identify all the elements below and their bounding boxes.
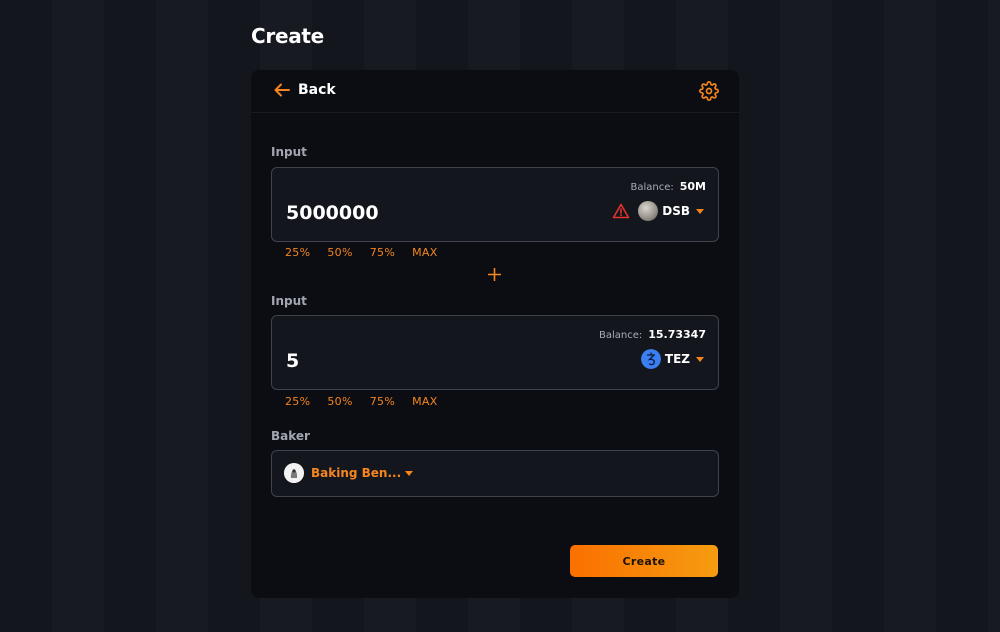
input1-percent-options: 25% 50% 75% MAX xyxy=(285,246,455,259)
percent-max-button[interactable]: MAX xyxy=(412,246,437,259)
percent-75-button[interactable]: 75% xyxy=(370,395,395,408)
balance-label: Balance: xyxy=(630,182,674,193)
plus-icon xyxy=(488,268,501,281)
percent-50-button[interactable]: 50% xyxy=(327,395,352,408)
percent-max-button[interactable]: MAX xyxy=(412,395,437,408)
arrow-left-icon[interactable] xyxy=(273,81,291,99)
chevron-down-icon xyxy=(696,208,704,214)
baker-name: Baking Ben... xyxy=(311,466,402,480)
baker-label: Baker xyxy=(271,429,310,443)
dsb-token-icon xyxy=(638,201,659,221)
input1-label: Input xyxy=(271,145,307,159)
input2-box[interactable]: Balance: 15.73347 TEZ xyxy=(271,315,719,390)
token-name: TEZ xyxy=(664,352,690,366)
back-button[interactable]: Back xyxy=(298,82,336,98)
input2-amount-field[interactable] xyxy=(286,350,566,372)
baker-box[interactable]: Baking Ben... xyxy=(271,450,719,497)
page-title: Create xyxy=(251,24,324,48)
input2-balance: Balance: 15.73347 xyxy=(599,328,706,341)
create-button[interactable]: Create xyxy=(570,545,718,577)
chevron-down-icon xyxy=(696,356,704,362)
create-card: Back Input Balance: 50M DSB 25% 50% 75% M… xyxy=(251,70,739,598)
input1-token-selector[interactable]: DSB xyxy=(638,201,704,221)
baker-avatar xyxy=(284,463,304,483)
balance-value: 50M xyxy=(679,180,706,193)
percent-50-button[interactable]: 50% xyxy=(327,246,352,259)
percent-25-button[interactable]: 25% xyxy=(285,395,310,408)
input2-token-selector[interactable]: TEZ xyxy=(640,349,704,369)
baker-selector[interactable]: Baking Ben... xyxy=(284,463,414,483)
token-name: DSB xyxy=(662,204,690,218)
chevron-down-icon xyxy=(405,470,414,476)
gear-icon[interactable] xyxy=(699,81,719,101)
input2-percent-options: 25% 50% 75% MAX xyxy=(285,395,455,408)
card-header: Back xyxy=(251,70,739,113)
percent-25-button[interactable]: 25% xyxy=(285,246,310,259)
balance-value: 15.73347 xyxy=(648,328,706,341)
tez-token-icon xyxy=(640,349,661,369)
input2-label: Input xyxy=(271,294,307,308)
input1-box[interactable]: Balance: 50M DSB xyxy=(271,167,719,242)
balance-label: Balance: xyxy=(598,330,643,341)
input1-balance: Balance: 50M xyxy=(630,180,706,193)
percent-75-button[interactable]: 75% xyxy=(370,246,395,259)
warning-triangle-icon xyxy=(612,203,630,219)
input1-amount-field[interactable] xyxy=(286,202,566,224)
